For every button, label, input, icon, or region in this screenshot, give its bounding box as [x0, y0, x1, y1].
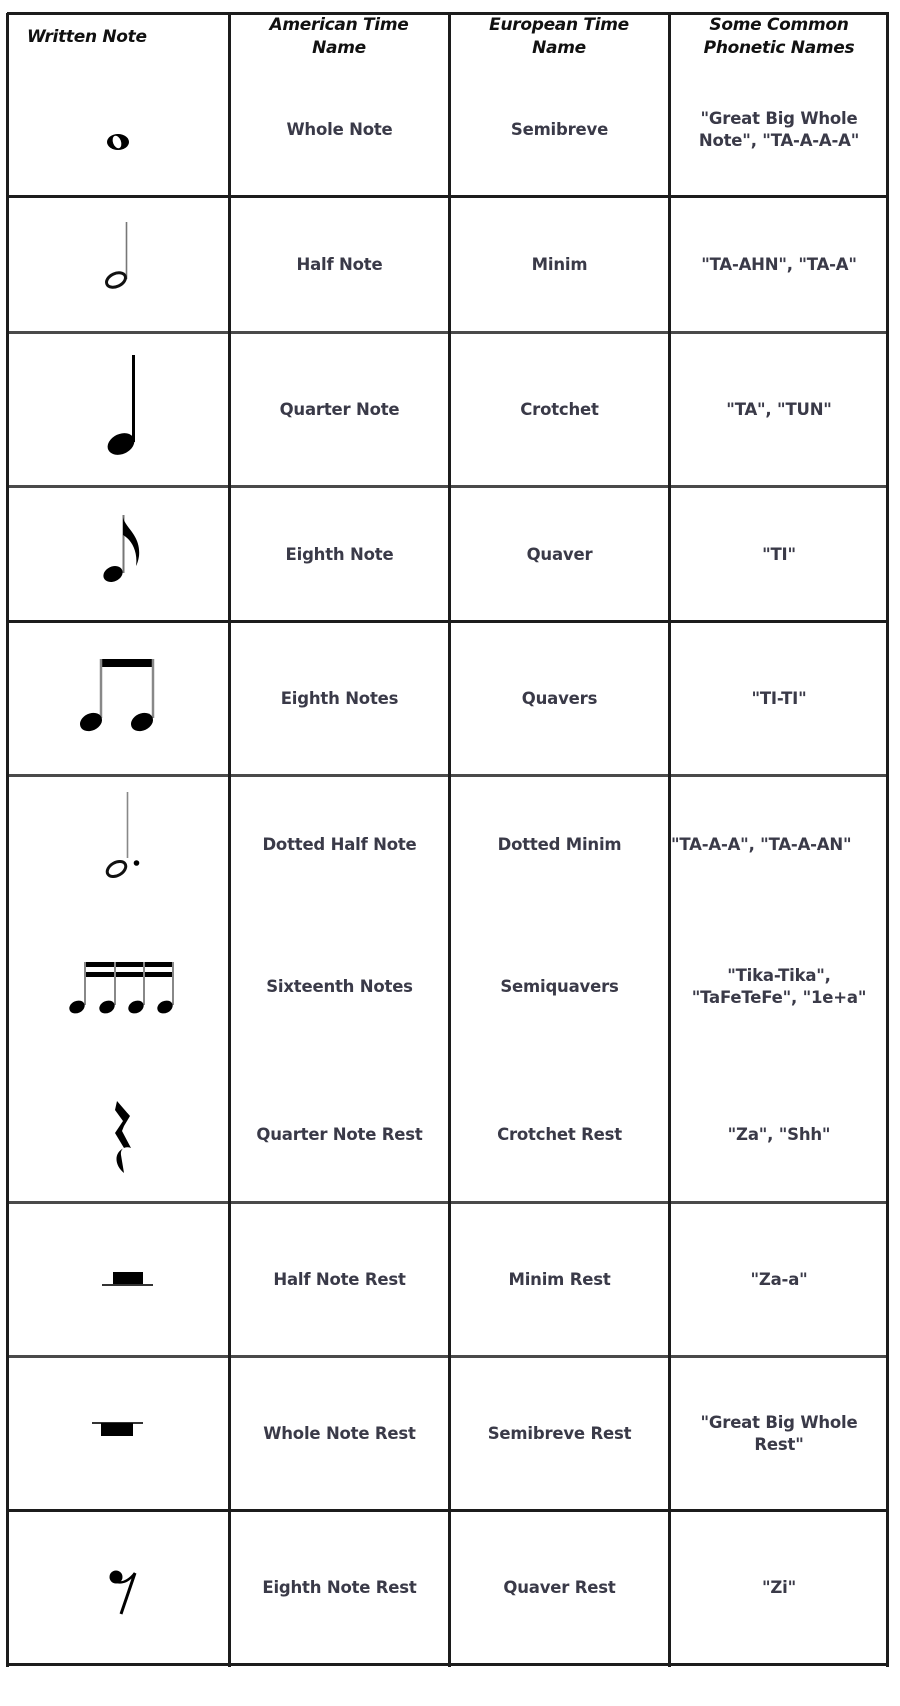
cell-phonetic: "Za", "Shh": [727, 1125, 831, 1144]
cell-phonetic: "Great Big Whole Rest": [700, 1413, 858, 1454]
cell-european: Semibreve Rest: [487, 1424, 632, 1443]
quarter-note-icon: [107, 355, 135, 455]
written-notes-glyphs: [69, 134, 174, 1615]
whole-rest-icon: [92, 1422, 143, 1436]
cell-american: Whole Note: [286, 120, 393, 139]
cell-european: Minim: [531, 255, 588, 274]
cell-european: Crotchet: [520, 400, 599, 419]
cell-european: Minim Rest: [508, 1270, 611, 1289]
cell-american: Eighth Note: [285, 544, 394, 564]
eighth-rest-icon: [109, 1570, 137, 1615]
beamed-eighth-notes-icon: [79, 659, 155, 732]
cell-american: Dotted Half Note: [262, 835, 417, 854]
cell-phonetic: "TA-AHN", "TA-A": [701, 255, 857, 274]
header-phonetic-names: Some Common Phonetic Names: [703, 15, 855, 58]
half-note-icon: [105, 222, 128, 289]
header-european-time-name: European Time Name: [489, 15, 629, 58]
quarter-rest-icon: [115, 1101, 131, 1173]
cell-american: Half Note: [296, 255, 383, 274]
cell-european: Semibreve: [510, 120, 609, 139]
sixteenth-notes-icon: [69, 962, 174, 1014]
cell-european: Crotchet Rest: [497, 1125, 622, 1144]
cell-phonetic: "TA", "TUN": [726, 400, 832, 419]
cell-phonetic: "TA-A-A", "TA-A-AN": [671, 835, 852, 854]
cell-american: Half Note Rest: [273, 1270, 406, 1289]
cell-american: Whole Note Rest: [263, 1424, 416, 1443]
cell-european: Semiquavers: [500, 977, 619, 996]
cell-european: Dotted Minim: [497, 835, 622, 854]
cell-phonetic: "Great Big Whole Note", "TA-A-A-A": [698, 109, 860, 150]
cell-european: Quavers: [521, 689, 598, 708]
whole-note-icon: [107, 134, 129, 150]
cell-phonetic: "TI": [762, 544, 796, 564]
cell-european: Quaver: [526, 544, 593, 564]
cell-american: Eighth Note Rest: [262, 1578, 417, 1597]
eighth-note-icon: [103, 515, 140, 583]
cell-american: Quarter Note Rest: [256, 1125, 423, 1144]
cell-phonetic: "Tika-Tika", "TaFeTeFe", "1e+a": [691, 966, 867, 1007]
cell-phonetic: "Zi": [761, 1578, 796, 1597]
cell-american: Quarter Note: [279, 400, 400, 419]
cell-phonetic: "TI-TI": [751, 689, 807, 708]
cell-american: Sixteenth Notes: [266, 977, 413, 996]
cell-phonetic: "Za-a": [750, 1270, 808, 1289]
cell-american: Eighth Notes: [280, 689, 399, 708]
cell-european: Quaver Rest: [503, 1578, 616, 1597]
half-rest-icon: [102, 1272, 153, 1286]
header-american-time-name: American Time Name: [269, 15, 409, 58]
dotted-half-note-icon: [105, 792, 140, 879]
